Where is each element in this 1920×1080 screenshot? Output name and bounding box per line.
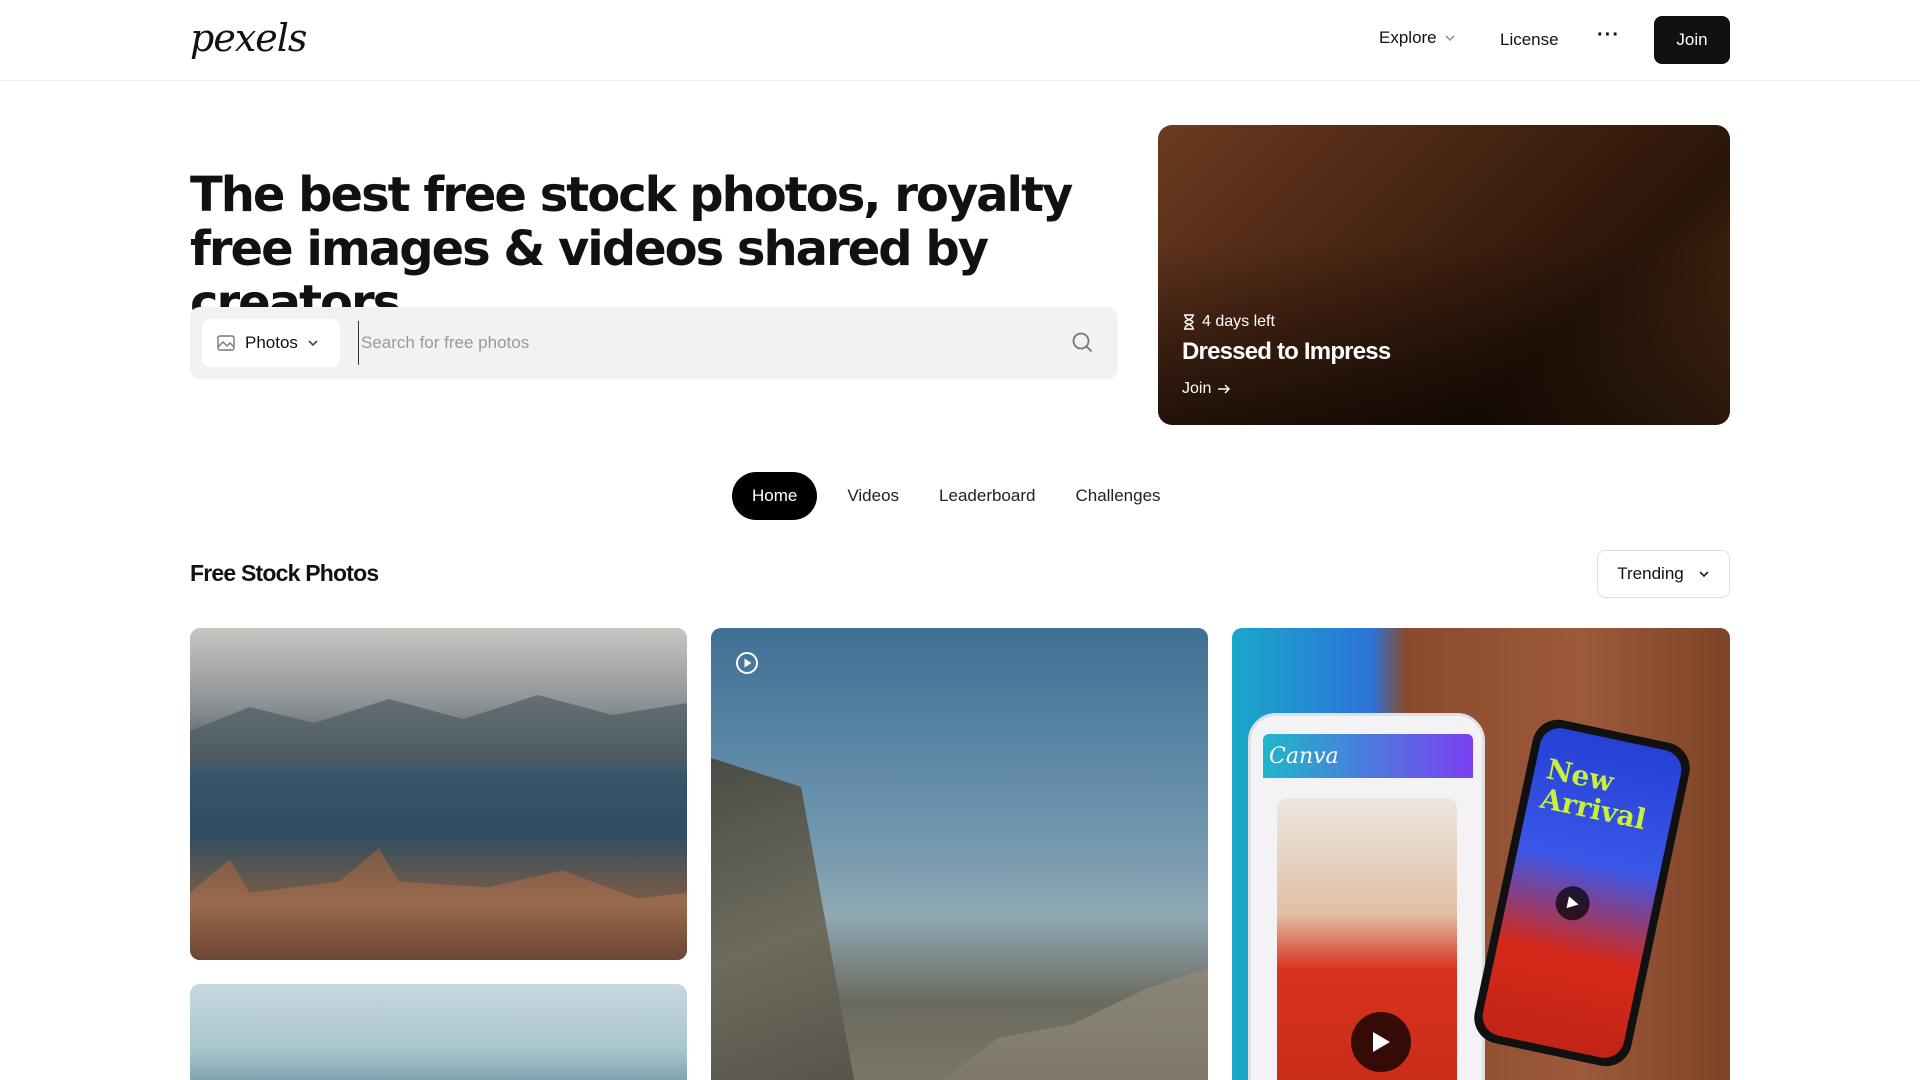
hero-title: The best free stock photos, royalty free… [190, 167, 1073, 331]
join-button[interactable]: Join [1654, 16, 1730, 64]
arrow-right-icon [1218, 384, 1231, 394]
ad-phone-left: Canva [1248, 713, 1485, 1080]
search-bar: Photos [190, 307, 1118, 379]
search-icon[interactable] [1068, 328, 1098, 358]
chevron-down-icon [1699, 571, 1709, 578]
tab-home[interactable]: Home [732, 472, 818, 520]
play-icon[interactable] [1351, 1012, 1411, 1072]
tab-videos[interactable]: Videos [827, 472, 919, 520]
challenge-card[interactable]: 4 days left Dressed to Impress Join [1158, 125, 1730, 425]
chevron-down-icon [308, 340, 318, 347]
challenge-title: Dressed to Impress [1182, 338, 1391, 365]
challenge-image [1158, 125, 1730, 425]
pexels-logo[interactable]: pexels [190, 16, 307, 60]
tab-challenges[interactable]: Challenges [1055, 472, 1180, 520]
chevron-down-icon [1445, 35, 1455, 42]
sort-label: Trending [1617, 564, 1684, 583]
challenge-join-link[interactable]: Join [1182, 380, 1231, 398]
section-title: Free Stock Photos [190, 560, 379, 586]
video-cliff [711, 758, 861, 1080]
video-card[interactable] [711, 628, 1208, 1080]
search-type-dropdown[interactable]: Photos [202, 319, 340, 367]
ad-phone-right: New Arrival [1469, 714, 1695, 1072]
hourglass-icon [1184, 314, 1194, 330]
video-ridge [908, 968, 1208, 1080]
challenge-days-left: 4 days left [1182, 313, 1275, 331]
photo-town [190, 848, 687, 960]
search-type-label: Photos [245, 333, 298, 352]
days-left-text: 4 days left [1202, 313, 1275, 330]
challenge-join-label: Join [1182, 380, 1212, 397]
photo-card[interactable] [190, 628, 687, 960]
top-navbar: pexels Explore License ··· Join [0, 0, 1920, 81]
nav-license[interactable]: License [1500, 30, 1559, 50]
image-icon [217, 335, 235, 351]
tab-leaderboard[interactable]: Leaderboard [919, 472, 1055, 520]
photo-card[interactable] [190, 984, 687, 1080]
play-circle-icon [736, 652, 758, 674]
nav-explore[interactable]: Explore [1379, 28, 1456, 48]
search-input[interactable] [358, 321, 1058, 365]
ad-card[interactable]: Canva New Arrival [1232, 628, 1730, 1080]
content-tabs: Home Videos Leaderboard Challenges [732, 472, 1181, 520]
ad-brand: Canva [1269, 744, 1339, 769]
sort-dropdown[interactable]: Trending [1597, 550, 1730, 598]
photo-mountains [190, 695, 687, 763]
more-icon[interactable]: ··· [1597, 24, 1620, 47]
nav-explore-label: Explore [1379, 28, 1437, 47]
